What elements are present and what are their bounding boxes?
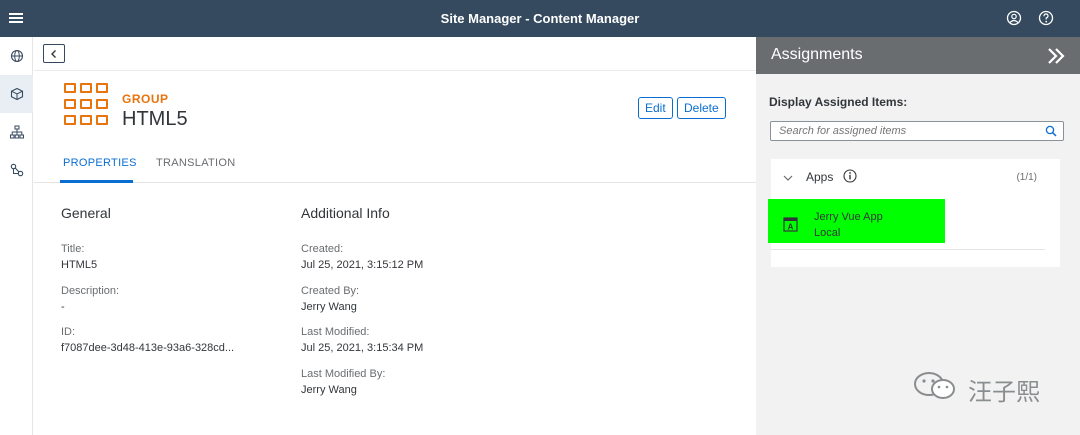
double-chevron-right-icon[interactable] <box>1046 46 1066 66</box>
rail-item-connections[interactable] <box>0 151 33 189</box>
object-type: GROUP <box>122 92 169 106</box>
back-button[interactable] <box>43 44 65 63</box>
wechat-icon <box>914 372 955 399</box>
last-modified-by-label: Last Modified By: <box>301 368 386 380</box>
last-modified-label: Last Modified: <box>301 326 370 338</box>
watermark-text: 汪子熙 <box>968 378 1040 406</box>
created-label: Created: <box>301 243 344 255</box>
edit-button[interactable]: Edit <box>638 97 673 119</box>
title-label: Title: <box>61 243 85 255</box>
chevron-left-icon <box>51 49 56 58</box>
search-icon[interactable] <box>1045 125 1057 137</box>
description-value: - <box>61 301 65 313</box>
created-by-label: Created By: <box>301 285 360 297</box>
hierarchy-icon <box>9 125 24 139</box>
apps-count: (1/1) <box>1016 172 1037 183</box>
description-label: Description: <box>61 285 120 297</box>
assigned-search <box>770 121 1064 141</box>
id-value: f7087dee-3d48-413e-93a6-328cd... <box>61 342 235 354</box>
assignments-title: Assignments <box>771 46 863 63</box>
app-source: Local <box>814 227 841 239</box>
globe-icon <box>10 49 23 63</box>
group-icon <box>64 83 112 131</box>
tab-bar: PROPERTIES TRANSLATION <box>34 153 756 183</box>
svg-text:A: A <box>788 223 794 232</box>
divider <box>34 70 756 71</box>
chevron-down-icon <box>783 175 793 181</box>
user-icon[interactable] <box>1005 9 1023 27</box>
delete-button[interactable]: Delete <box>677 97 726 119</box>
watermark: 汪子熙 <box>910 370 1060 406</box>
shell-bar: Site Manager - Content Manager <box>0 0 1080 37</box>
page-title: HTML5 <box>122 108 188 130</box>
cube-icon <box>10 87 23 101</box>
apps-group-card: Apps (1/1) A Jerry Vue App Local <box>768 159 1060 267</box>
tab-properties[interactable]: PROPERTIES <box>63 157 137 169</box>
main-content: GROUP HTML5 Edit Delete PROPERTIES TRANS… <box>34 37 756 435</box>
tab-translation[interactable]: TRANSLATION <box>156 157 236 169</box>
rail-item-sites[interactable] <box>0 37 33 75</box>
info-icon[interactable] <box>843 169 857 183</box>
last-modified-value: Jul 25, 2021, 3:15:34 PM <box>301 342 424 354</box>
rail-item-content[interactable] <box>0 75 33 113</box>
connection-icon <box>10 163 23 177</box>
display-assigned-label: Display Assigned Items: <box>769 95 908 109</box>
additional-info-heading: Additional Info <box>301 205 390 221</box>
divider <box>771 249 1045 250</box>
last-modified-by-value: Jerry Wang <box>301 384 357 396</box>
nav-rail <box>0 37 33 435</box>
id-label: ID: <box>61 326 76 338</box>
rail-item-hierarchy[interactable] <box>0 113 33 151</box>
created-value: Jul 25, 2021, 3:15:12 PM <box>301 259 424 271</box>
app-tile-icon: A <box>783 217 798 232</box>
list-item[interactable]: A Jerry Vue App Local <box>768 199 945 243</box>
assignments-header: Assignments <box>756 37 1080 74</box>
search-input[interactable] <box>771 122 1039 140</box>
title-value: HTML5 <box>61 259 98 271</box>
general-heading: General <box>61 205 111 221</box>
apps-group-label: Apps <box>806 170 834 184</box>
shell-title: Site Manager - Content Manager <box>440 11 640 26</box>
help-icon[interactable] <box>1037 9 1055 27</box>
apps-group-header[interactable]: Apps (1/1) <box>771 159 1060 195</box>
app-name: Jerry Vue App <box>814 211 883 223</box>
created-by-value: Jerry Wang <box>301 301 357 313</box>
active-tab-indicator <box>60 180 133 183</box>
